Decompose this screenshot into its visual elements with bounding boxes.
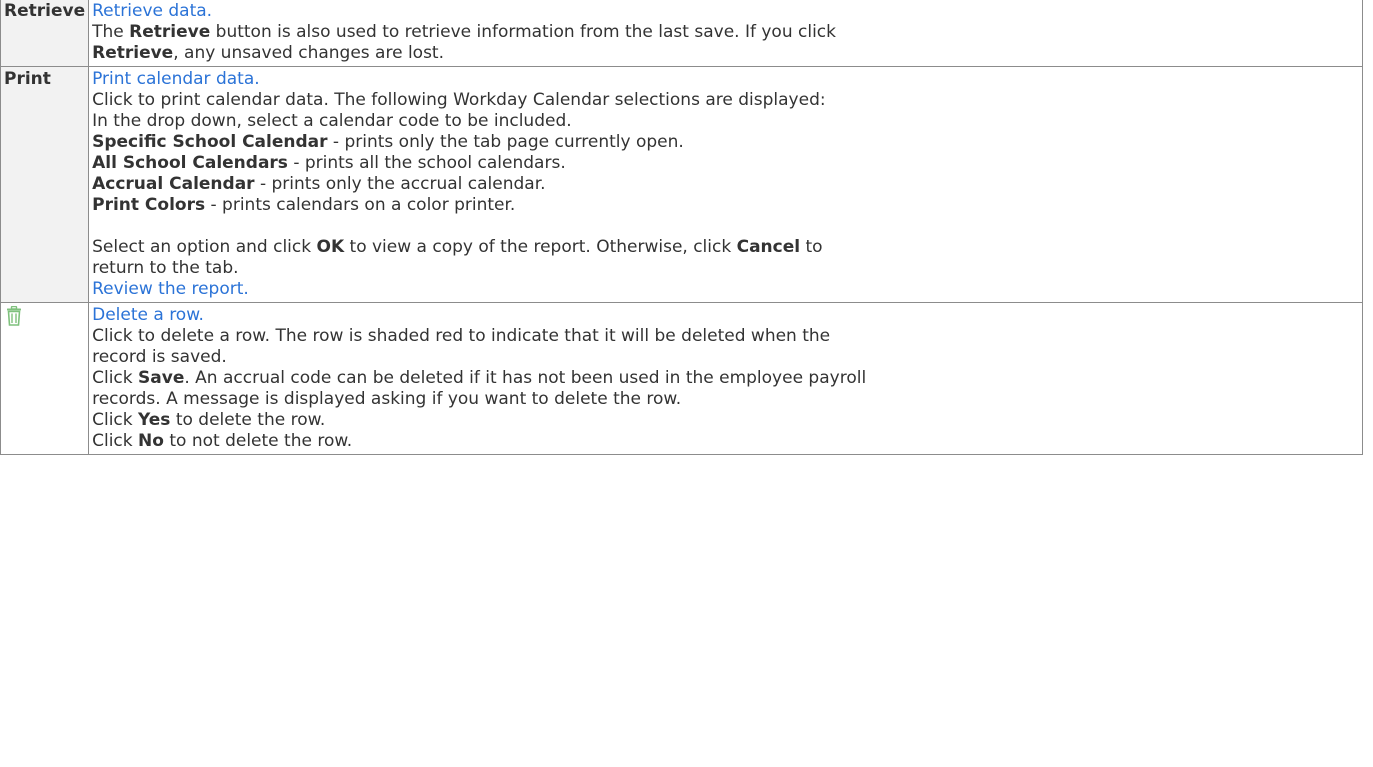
print-select-text: Select an option and click OK to view a … (92, 237, 823, 257)
table-row-retrieve: Retrieve Retrieve data. The Retrieve but… (0, 0, 1363, 67)
trash-icon[interactable] (5, 305, 23, 326)
delete-icon-cell (0, 302, 90, 455)
delete-desc-line-4: records. A message is displayed asking i… (92, 389, 682, 409)
retrieve-desc-line-1: The Retrieve button is also used to retr… (92, 22, 836, 42)
button-name-retrieve: Retrieve (0, 0, 90, 67)
delete-desc-line-1: Click to delete a row. The row is shaded… (92, 326, 831, 346)
retrieve-desc-line-2: Retrieve, any unsaved changes are lost. (92, 43, 444, 63)
print-select-text-2: return to the tab. (92, 258, 239, 278)
print-option-accrual: Accrual Calendar - prints only the accru… (92, 174, 546, 194)
table-row-delete: Delete a row. Click to delete a row. The… (0, 302, 1363, 455)
description-cell-retrieve: Retrieve data. The Retrieve button is al… (88, 0, 1363, 67)
description-cell-delete: Delete a row. Click to delete a row. The… (88, 302, 1363, 455)
print-dropdown-text: In the drop down, select a calendar code… (92, 111, 572, 131)
button-name-print: Print (0, 66, 90, 303)
print-option-colors: Print Colors - prints calendars on a col… (92, 195, 516, 215)
retrieve-data-link[interactable]: Retrieve data. (92, 1, 1359, 22)
print-intro-text: Click to print calendar data. The follow… (92, 90, 826, 110)
review-report-link[interactable]: Review the report. (92, 279, 1359, 300)
description-cell-print: Print calendar data. Click to print cale… (88, 66, 1363, 303)
delete-desc-line-3: Click Save. An accrual code can be delet… (92, 368, 867, 388)
print-option-specific: Specific School Calendar - prints only t… (92, 132, 684, 152)
print-option-all: All School Calendars - prints all the sc… (92, 153, 566, 173)
print-calendar-data-link[interactable]: Print calendar data. (92, 69, 1359, 90)
delete-desc-line-6: Click No to not delete the row. (92, 431, 353, 451)
delete-row-link[interactable]: Delete a row. (92, 305, 1359, 326)
delete-desc-line-2: record is saved. (92, 347, 227, 367)
table-row-print: Print Print calendar data. Click to prin… (0, 66, 1363, 303)
delete-desc-line-5: Click Yes to delete the row. (92, 410, 326, 430)
button-reference-table: Retrieve Retrieve data. The Retrieve but… (0, 0, 1363, 455)
